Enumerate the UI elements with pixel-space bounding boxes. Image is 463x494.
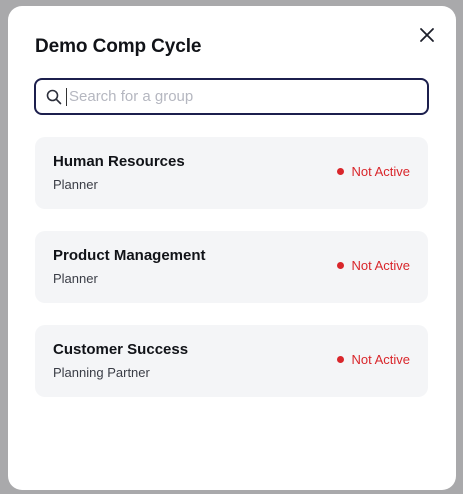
close-button[interactable] [418, 26, 436, 44]
group-name: Human Resources [53, 153, 185, 170]
status-badge: Not Active [337, 352, 410, 367]
status-badge: Not Active [337, 164, 410, 179]
status-label: Not Active [351, 352, 410, 367]
group-role: Planner [53, 271, 98, 286]
search-field[interactable] [34, 78, 429, 115]
modal-title: Demo Comp Cycle [35, 36, 202, 57]
status-dot [337, 168, 345, 175]
search-input[interactable] [66, 87, 409, 106]
status-label: Not Active [351, 164, 410, 179]
group-role: Planner [53, 177, 98, 192]
close-icon [418, 26, 436, 44]
status-label: Not Active [351, 258, 410, 273]
group-card-product-management[interactable]: Product Management Planner Not Active [35, 231, 428, 303]
group-role: Planning Partner [53, 365, 150, 380]
group-card-human-resources[interactable]: Human Resources Planner Not Active [35, 137, 428, 209]
group-name: Customer Success [53, 341, 189, 358]
status-dot [337, 356, 345, 363]
group-name: Product Management [53, 247, 206, 264]
group-list: Human Resources Planner Not Active Produ… [35, 137, 428, 419]
status-badge: Not Active [337, 258, 410, 273]
group-select-modal: Demo Comp Cycle Human Resources Planner … [8, 6, 456, 490]
status-dot [337, 262, 345, 269]
group-card-customer-success[interactable]: Customer Success Planning Partner Not Ac… [35, 325, 428, 397]
search-icon [46, 89, 62, 105]
